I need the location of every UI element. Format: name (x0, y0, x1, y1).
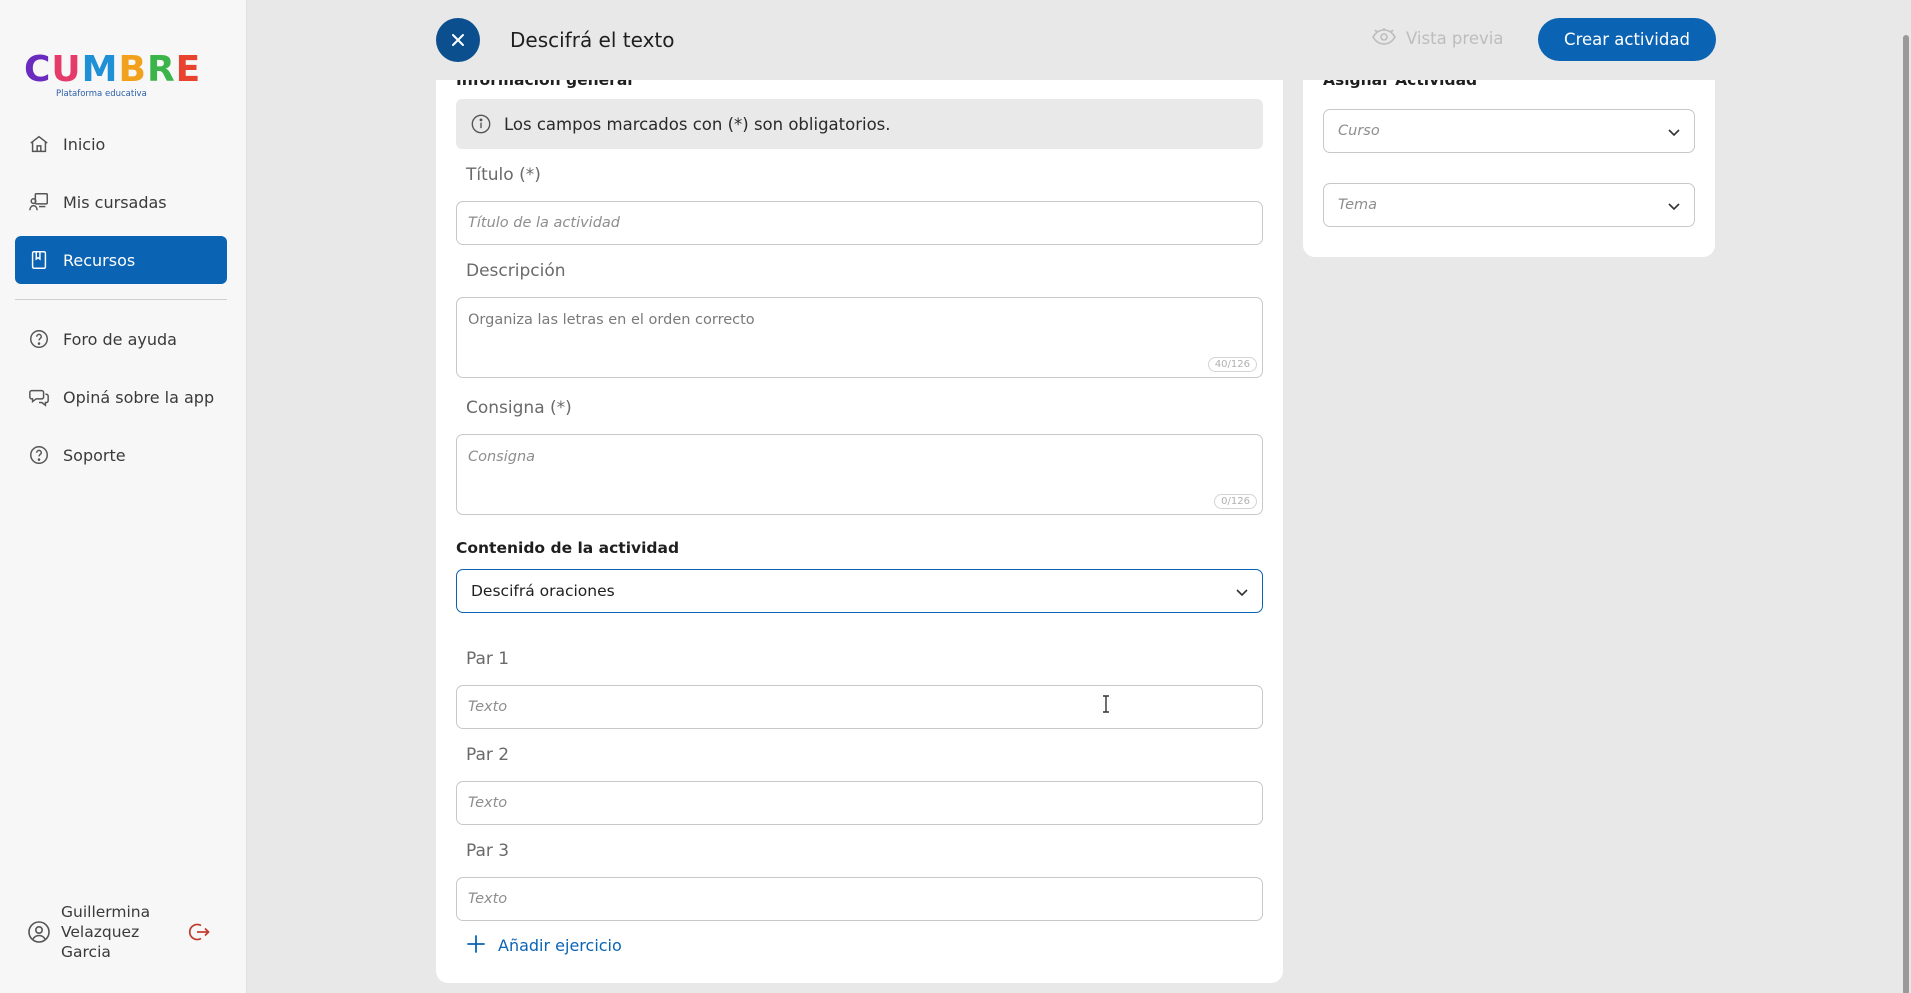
page-title: Descifrá el texto (510, 28, 675, 52)
topic-select[interactable]: Tema (1323, 183, 1695, 227)
sidebar-item-label: Inicio (63, 134, 106, 154)
page-scrollbar[interactable] (1903, 35, 1909, 993)
teacher-board-icon (27, 190, 51, 214)
add-exercise-label: Añadir ejercicio (498, 935, 622, 955)
title-input[interactable]: Título de la actividad (456, 201, 1263, 245)
close-button[interactable] (436, 18, 480, 62)
preview-label: Vista previa (1406, 28, 1504, 48)
logo-letter: M (81, 49, 119, 90)
sidebar-item-label: Soporte (63, 445, 126, 465)
sidebar-item-label: Opiná sobre la app (63, 387, 215, 407)
home-icon (27, 132, 51, 156)
activity-content-label: Contenido de la actividad (456, 539, 680, 557)
activity-content-value: Descifrá oraciones (471, 582, 615, 600)
create-activity-button[interactable]: Crear actividad (1538, 18, 1716, 61)
help-circle-icon (27, 327, 51, 351)
sidebar-item-mis-cursadas[interactable]: Mis cursadas (15, 178, 227, 226)
sidebar-item-label: Foro de ayuda (63, 329, 177, 349)
plus-icon (466, 934, 488, 956)
instruction-label: Consigna (*) (466, 398, 572, 418)
course-placeholder: Curso (1338, 123, 1380, 139)
sidebar: CUMBRE Plataforma educativa Inicio Mis c… (0, 0, 247, 993)
sidebar-item-label: Recursos (63, 250, 136, 270)
logo-letter: E (175, 49, 202, 90)
logo-letter: U (51, 49, 82, 90)
chat-bubbles-icon (27, 385, 51, 409)
sidebar-divider (15, 299, 227, 300)
chevron-down-icon (1232, 582, 1252, 602)
sidebar-item-opina-sobre-la-app[interactable]: Opiná sobre la app (15, 373, 227, 421)
brand-logo[interactable]: CUMBRE Plataforma educativa (24, 52, 201, 100)
logo-letter: C (24, 49, 52, 90)
sidebar-item-label: Mis cursadas (63, 192, 167, 212)
chevron-down-icon (1664, 122, 1684, 142)
user-name: Guillermina Velazquez Garcia (61, 903, 151, 961)
add-exercise-button[interactable]: Añadir ejercicio (466, 934, 622, 956)
instruction-placeholder: Consigna (468, 449, 536, 465)
info-icon (470, 113, 492, 135)
book-icon (27, 248, 51, 272)
sidebar-item-inicio[interactable]: Inicio (15, 120, 227, 168)
instruction-textarea[interactable]: Consigna 0/126 (456, 434, 1263, 515)
instruction-char-counter: 0/126 (1214, 494, 1257, 509)
description-char-counter: 40/126 (1207, 357, 1257, 372)
pair-3-input[interactable]: Texto (456, 877, 1263, 921)
notice-text: Los campos marcados con (*) son obligato… (504, 114, 891, 134)
pair-1-label: Par 1 (466, 649, 510, 669)
eye-icon (1372, 28, 1396, 48)
user-circle-icon (27, 920, 51, 944)
description-label: Descripción (466, 261, 566, 281)
preview-button[interactable]: Vista previa (1372, 28, 1503, 48)
pair-2-label: Par 2 (466, 745, 510, 765)
pair-2-input[interactable]: Texto (456, 781, 1263, 825)
logo-tagline: Plataforma educativa (56, 89, 147, 99)
description-textarea[interactable]: Organiza las letras en el orden correcto… (456, 297, 1263, 378)
help-circle-icon (27, 443, 51, 467)
required-fields-notice: Los campos marcados con (*) son obligato… (456, 99, 1263, 149)
user-profile[interactable]: Guillermina Velazquez Garcia (27, 902, 227, 962)
logo-letter: B (118, 49, 147, 90)
chevron-down-icon (1664, 196, 1684, 216)
course-select[interactable]: Curso (1323, 109, 1695, 153)
text-cursor-icon (1101, 695, 1111, 713)
sidebar-item-foro-de-ayuda[interactable]: Foro de ayuda (15, 315, 227, 363)
sidebar-item-soporte[interactable]: Soporte (15, 431, 227, 479)
logo-wordmark: CUMBRE (24, 52, 201, 88)
close-icon (452, 34, 464, 46)
pair-3-label: Par 3 (466, 841, 510, 861)
pair-1-input[interactable]: Texto (456, 685, 1263, 729)
activity-content-select[interactable]: Descifrá oraciones (456, 569, 1263, 613)
topic-placeholder: Tema (1338, 197, 1377, 213)
logout-icon[interactable] (187, 920, 211, 944)
title-label: Título (*) (466, 165, 541, 185)
description-value: Organiza las letras en el orden correcto (468, 312, 755, 328)
logo-letter: R (146, 49, 176, 90)
sidebar-item-recursos[interactable]: Recursos (15, 236, 227, 284)
